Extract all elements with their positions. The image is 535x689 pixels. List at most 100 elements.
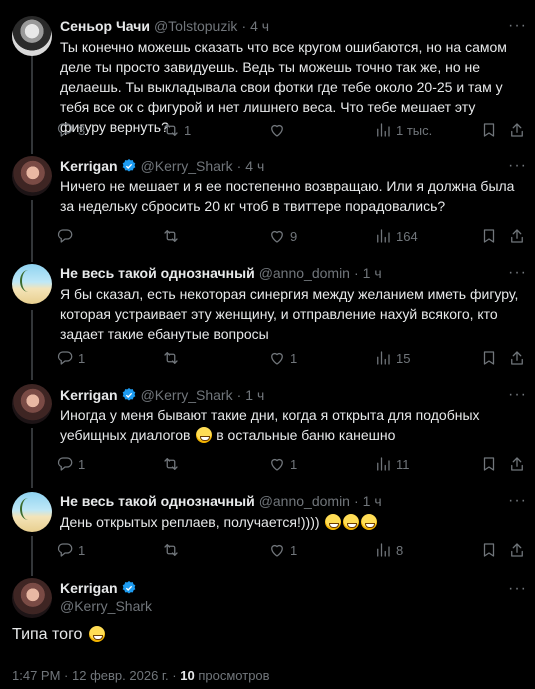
author-handle[interactable]: @anno_domin (259, 265, 350, 281)
timestamp[interactable]: 4 ч (250, 18, 269, 34)
grok-icon[interactable] (483, 386, 501, 404)
avatar[interactable] (12, 156, 52, 196)
post-time[interactable]: 1:47 PM (12, 668, 60, 683)
separator-dot: · (241, 18, 247, 34)
more-icon[interactable]: ··· (508, 264, 526, 282)
verified-badge-icon (122, 159, 135, 172)
author-handle[interactable]: @Kerry_Shark (141, 387, 233, 403)
reply-icon (57, 457, 73, 471)
bookmark-button[interactable] (480, 348, 498, 368)
views-button[interactable]: 1 тыс. (374, 120, 432, 140)
share-button[interactable] (508, 454, 526, 474)
more-icon[interactable]: ··· (508, 17, 526, 35)
author-handle[interactable]: @Tolstopuzik (154, 18, 237, 34)
grin-emoji-icon (343, 514, 360, 530)
post-date[interactable]: 12 февр. 2026 г. (72, 668, 169, 683)
grok-icon[interactable] (483, 17, 501, 35)
reply-button[interactable] (56, 226, 78, 246)
bookmark-icon (483, 543, 495, 557)
reply-button[interactable]: 3 (56, 120, 85, 140)
bookmark-button[interactable] (480, 226, 498, 246)
views-icon (377, 123, 390, 137)
reply-button[interactable]: 1 (56, 540, 85, 560)
views-icon (377, 457, 390, 471)
reply-button[interactable]: 1 (56, 348, 85, 368)
retweet-button[interactable]: 1 (162, 120, 191, 140)
timestamp[interactable]: 4 ч (245, 158, 264, 174)
grok-icon[interactable] (483, 157, 501, 175)
tweet-text-tail: в остальные баню канешно (216, 427, 396, 443)
share-button[interactable] (508, 540, 526, 560)
author-name[interactable]: Kerrigan (60, 387, 118, 403)
more-icon[interactable]: ··· (508, 580, 526, 598)
main-tweet-header: Kerrigan @Kerry_Shark (60, 580, 152, 614)
author-name[interactable]: Kerrigan (60, 158, 118, 174)
like-button[interactable]: 9 (268, 226, 297, 246)
share-button[interactable] (508, 226, 526, 246)
bookmark-icon (483, 351, 495, 365)
like-button[interactable]: 1 (268, 454, 297, 474)
tweet-header: Сеньор Чачи @Tolstopuzik · 4 ч (60, 17, 269, 35)
author-name[interactable]: Сеньор Чачи (60, 18, 150, 34)
retweet-count: 1 (184, 122, 192, 138)
like-icon (271, 124, 283, 137)
retweet-icon (164, 458, 178, 470)
share-icon (511, 123, 523, 137)
bookmark-button[interactable] (480, 540, 498, 560)
share-icon (511, 229, 523, 243)
like-button[interactable]: 1 (268, 540, 297, 560)
avatar[interactable] (12, 384, 52, 424)
grok-icon[interactable] (483, 492, 501, 510)
retweet-icon (164, 352, 178, 364)
retweet-button[interactable] (162, 454, 184, 474)
share-button[interactable] (508, 120, 526, 140)
views-icon (377, 351, 390, 365)
share-icon (511, 351, 523, 365)
reply-button[interactable]: 1 (56, 454, 85, 474)
avatar[interactable] (12, 492, 52, 532)
views-count: 11 (396, 456, 410, 472)
like-button[interactable]: 1 (268, 348, 297, 368)
timestamp[interactable]: 1 ч (363, 265, 382, 281)
share-button[interactable] (508, 348, 526, 368)
views-count: 15 (396, 350, 411, 366)
retweet-button[interactable] (162, 348, 184, 368)
retweet-button[interactable] (162, 540, 184, 560)
author-handle[interactable]: @Kerry_Shark (60, 598, 152, 614)
author-name[interactable]: Kerrigan (60, 580, 118, 596)
bookmark-button[interactable] (480, 454, 498, 474)
timestamp[interactable]: 1 ч (363, 493, 382, 509)
author-handle[interactable]: @anno_domin (259, 493, 350, 509)
retweet-button[interactable] (162, 226, 184, 246)
more-icon[interactable]: ··· (508, 157, 526, 175)
avatar[interactable] (12, 16, 52, 56)
views-button[interactable]: 15 (374, 348, 410, 368)
retweet-icon (164, 230, 178, 242)
avatar[interactable] (12, 264, 52, 304)
avatar[interactable] (12, 578, 52, 618)
author-name[interactable]: Не весь такой однозначный (60, 493, 255, 509)
like-count: 1 (290, 542, 298, 558)
grok-icon[interactable] (483, 580, 501, 598)
tweet-header: Kerrigan @Kerry_Shark · 1 ч (60, 386, 264, 404)
separator-dot: · (353, 493, 359, 509)
timestamp[interactable]: 1 ч (245, 387, 264, 403)
thread-line (31, 536, 33, 576)
reply-icon (57, 543, 73, 557)
bookmark-icon (483, 457, 495, 471)
more-icon[interactable]: ··· (508, 492, 526, 510)
author-handle[interactable]: @Kerry_Shark (141, 158, 233, 174)
tweet-meta: 1:47 PM · 12 февр. 2026 г. · 10 просмотр… (12, 668, 270, 683)
separator-dot: · (64, 668, 69, 683)
like-button[interactable] (268, 120, 290, 140)
bookmark-icon (483, 229, 495, 243)
views-button[interactable]: 164 (374, 226, 418, 246)
views-button[interactable]: 8 (374, 540, 403, 560)
tweet-text: Ничего не мешает и я ее постепенно возвр… (60, 178, 515, 214)
grok-icon[interactable] (483, 264, 501, 282)
author-name[interactable]: Не весь такой однозначный (60, 265, 255, 281)
more-icon[interactable]: ··· (508, 386, 526, 404)
separator-dot: · (172, 668, 177, 683)
bookmark-button[interactable] (480, 120, 498, 140)
views-button[interactable]: 11 (374, 454, 410, 474)
